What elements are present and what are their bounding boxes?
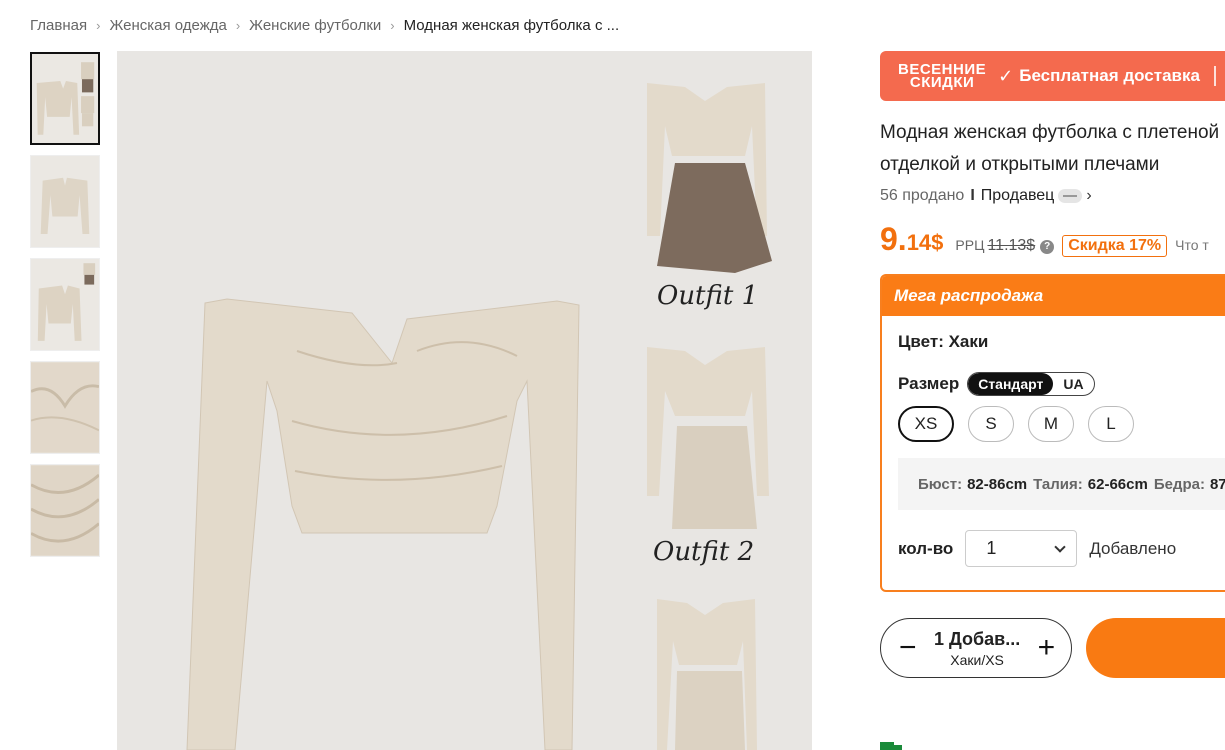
size-system-toggle[interactable]: Стандарт UA	[967, 372, 1095, 396]
help-icon[interactable]: ?	[1040, 240, 1055, 254]
thumbnail-1[interactable]	[30, 52, 100, 145]
bust-value: 82-86cm	[967, 475, 1028, 493]
cart-summary[interactable]: 1 Добав... Хаки/XS	[934, 629, 1020, 668]
product-title: Модная женская футболка с плетеной отдел…	[880, 122, 1220, 175]
promo-banner[interactable]: ВЕСЕННИЕ СКИДКИ ✓ Бесплатная доставка	[880, 51, 1225, 101]
product-info-panel: ВЕСЕННИЕ СКИДКИ ✓ Бесплатная доставка Мо…	[880, 51, 1225, 678]
main-product-image[interactable]: Outfit 1 Outfit 2	[117, 51, 812, 750]
thumbnail-2[interactable]	[30, 155, 100, 248]
color-label: Цвет: Хаки	[898, 332, 989, 351]
size-option-l[interactable]: L	[1088, 406, 1134, 442]
breadcrumb-womens-clothing[interactable]: Женская одежда	[109, 17, 226, 34]
breadcrumb-current: Модная женская футболка с ...	[403, 16, 620, 34]
discount-badge: Скидка 17%	[1062, 235, 1168, 257]
thumbnail-image	[31, 362, 99, 453]
size-option-xs[interactable]: XS	[898, 406, 954, 442]
added-status: Добавлено	[1089, 538, 1177, 558]
sales-seller-row: 56 продано I Продавец ›	[880, 187, 1225, 205]
cart-row: − 1 Добав... Хаки/XS +	[880, 618, 1225, 678]
delivery-truck-icon	[880, 742, 902, 750]
quantity-row: кол-во 1 Добавлено	[898, 530, 1225, 567]
size-option-m[interactable]: M	[1028, 406, 1074, 442]
mega-sale-box: Мега распродажа Цвет: Хаки Размер Станда…	[880, 274, 1225, 592]
breadcrumb-womens-tshirts[interactable]: Женские футболки	[249, 17, 381, 34]
outfit-2-label: Outfit 2	[653, 537, 755, 567]
quantity-select[interactable]: 1	[965, 530, 1078, 567]
chevron-right-icon: ›	[390, 17, 395, 33]
plus-icon[interactable]: +	[1038, 633, 1056, 663]
size-label: Размер	[898, 374, 960, 393]
old-price: 11.13$	[987, 237, 1036, 254]
buy-now-button[interactable]	[1086, 618, 1225, 678]
size-options: XS S M L	[898, 406, 1225, 442]
thumbnail-strip	[30, 52, 100, 567]
bust-label: Бюст:	[918, 475, 963, 493]
thumbnail-4[interactable]	[30, 361, 100, 454]
product-photo	[186, 83, 772, 750]
cart-added-count: 1 Добав...	[933, 628, 1021, 649]
size-system-standard[interactable]: Стандарт	[968, 373, 1054, 395]
cart-variant: Хаки/XS	[950, 651, 1004, 668]
caret-down-icon	[1054, 540, 1066, 553]
size-row: Размер Стандарт UA	[898, 372, 1225, 396]
quantity-label: кол-во	[898, 538, 954, 558]
mega-sale-header: Мега распродажа	[882, 276, 1225, 316]
thumbnail-3[interactable]	[30, 258, 100, 351]
badge-line-2: СКИДКИ	[909, 74, 975, 91]
hips-label: Бедра:	[1153, 475, 1205, 493]
outfit-1-label: Outfit 1	[657, 281, 759, 311]
price-fraction: 14$	[906, 230, 944, 255]
chevron-right-icon: ›	[235, 17, 241, 33]
what-is-this-link[interactable]: Что т	[1175, 237, 1209, 253]
free-shipping-text: Бесплатная доставка	[1019, 66, 1200, 85]
sold-count: 56 продано	[880, 187, 965, 204]
breadcrumb-home[interactable]: Главная	[30, 17, 87, 34]
quantity-value: 1	[986, 538, 997, 558]
thumbnail-image	[37, 263, 96, 341]
price-whole: 9.	[880, 221, 907, 257]
separator: I	[970, 187, 975, 204]
waist-label: Талия:	[1033, 475, 1083, 493]
check-icon: ✓	[998, 65, 1014, 86]
thumbnail-image	[36, 62, 95, 135]
thumbnail-5[interactable]	[30, 464, 100, 557]
size-measurements: Бюст: 82-86cm Талия: 62-66cm Бедра: 87	[898, 458, 1225, 510]
chevron-right-icon[interactable]: ›	[1086, 187, 1091, 205]
breadcrumb: Главная › Женская одежда › Женские футбо…	[30, 15, 619, 35]
thumbnail-image	[40, 177, 90, 235]
divider	[1213, 66, 1216, 86]
price-row: 9.14$ РРЦ 11.13$ ? Скидка 17% Что т	[880, 221, 1225, 258]
rrp-label: РРЦ	[955, 237, 985, 253]
size-system-ua[interactable]: UA	[1053, 373, 1093, 395]
chevron-right-icon: ›	[96, 17, 101, 33]
seller-link[interactable]: Продавец	[981, 187, 1055, 205]
seller-logo-icon[interactable]	[1058, 189, 1083, 203]
waist-value: 62-66cm	[1087, 475, 1148, 493]
minus-icon[interactable]: −	[899, 633, 917, 663]
size-option-s[interactable]: S	[968, 406, 1014, 442]
hips-value: 87	[1209, 475, 1225, 493]
thumbnail-image	[31, 465, 99, 556]
cart-quantity-stepper: − 1 Добав... Хаки/XS +	[880, 618, 1073, 678]
spring-sale-badge: ВЕСЕННИЕ СКИДКИ	[898, 62, 986, 91]
current-price: 9.14$	[880, 221, 943, 258]
